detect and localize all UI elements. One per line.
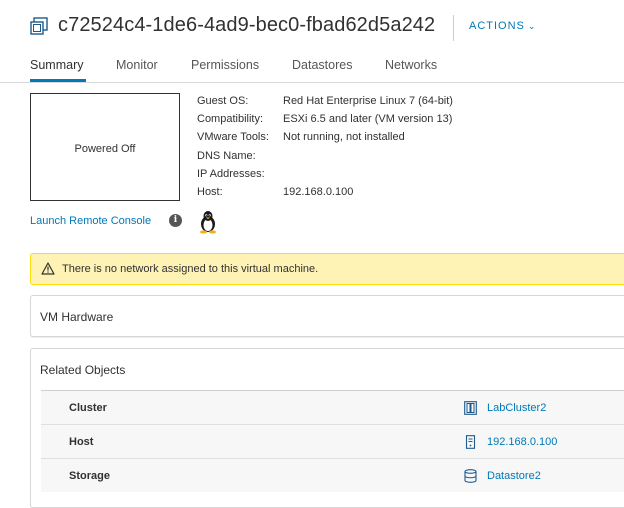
related-object-link-host[interactable]: 192.168.0.100	[487, 436, 557, 448]
chevron-down-icon: ⌄	[527, 21, 537, 31]
prop-label-guest-os: Guest OS:	[197, 95, 249, 107]
prop-label-vmware-tools: VMware Tools:	[197, 131, 269, 143]
related-object-label: Storage	[69, 470, 110, 482]
tab-networks[interactable]: Networks	[385, 58, 437, 72]
tab-summary[interactable]: Summary	[30, 58, 83, 72]
related-objects-title: Related Objects	[40, 363, 126, 377]
related-objects-card: Related Objects Cluster LabCluster2 Host…	[30, 348, 624, 508]
active-tab-indicator	[30, 79, 86, 82]
linux-tux-icon	[200, 211, 216, 234]
header-divider	[453, 15, 454, 41]
prop-label-compatibility: Compatibility:	[197, 113, 264, 125]
prop-value-compatibility: ESXi 6.5 and later (VM version 13)	[283, 113, 453, 125]
prop-value-host: 192.168.0.100	[283, 186, 354, 198]
related-object-link-cluster[interactable]: LabCluster2	[487, 402, 546, 414]
tab-datastores[interactable]: Datastores	[292, 58, 352, 72]
vm-hardware-title: VM Hardware	[40, 310, 114, 324]
vm-icon	[30, 17, 48, 35]
prop-label-ip-addresses: IP Addresses:	[197, 168, 265, 180]
prop-value-vmware-tools: Not running, not installed	[283, 131, 405, 143]
related-object-label: Cluster	[69, 402, 107, 414]
tab-bar: Summary Monitor Permissions Datastores N…	[0, 52, 624, 83]
warning-alert: There is no network assigned to this vir…	[30, 253, 624, 285]
launch-remote-console-link[interactable]: Launch Remote Console	[30, 215, 151, 227]
warning-icon	[41, 262, 55, 275]
tab-monitor[interactable]: Monitor	[116, 58, 158, 72]
actions-button[interactable]: ACTIONS ⌄	[469, 20, 536, 32]
datastore-icon	[464, 469, 477, 483]
related-object-row-host: Host 192.168.0.100	[41, 424, 624, 458]
power-state-label: Powered Off	[74, 143, 136, 155]
related-object-row-storage: Storage Datastore2	[41, 458, 624, 492]
host-icon	[465, 435, 476, 449]
vm-console-preview[interactable]: Powered Off	[30, 93, 180, 201]
actions-label: ACTIONS	[469, 20, 525, 32]
prop-value-guest-os: Red Hat Enterprise Linux 7 (64-bit)	[283, 95, 453, 107]
page-title: c72524c4-1de6-4ad9-bec0-fbad62d5a242	[58, 14, 436, 36]
prop-label-dns-name: DNS Name:	[197, 150, 256, 162]
cluster-icon	[464, 401, 477, 415]
vm-hardware-card[interactable]: VM Hardware	[30, 295, 624, 337]
related-object-label: Host	[69, 436, 94, 448]
tab-permissions[interactable]: Permissions	[191, 58, 259, 72]
alert-message: There is no network assigned to this vir…	[62, 263, 319, 275]
prop-label-host: Host:	[197, 186, 223, 198]
related-object-link-storage[interactable]: Datastore2	[487, 470, 541, 482]
info-icon[interactable]: i	[169, 214, 182, 227]
related-object-row-cluster: Cluster LabCluster2	[41, 390, 624, 424]
